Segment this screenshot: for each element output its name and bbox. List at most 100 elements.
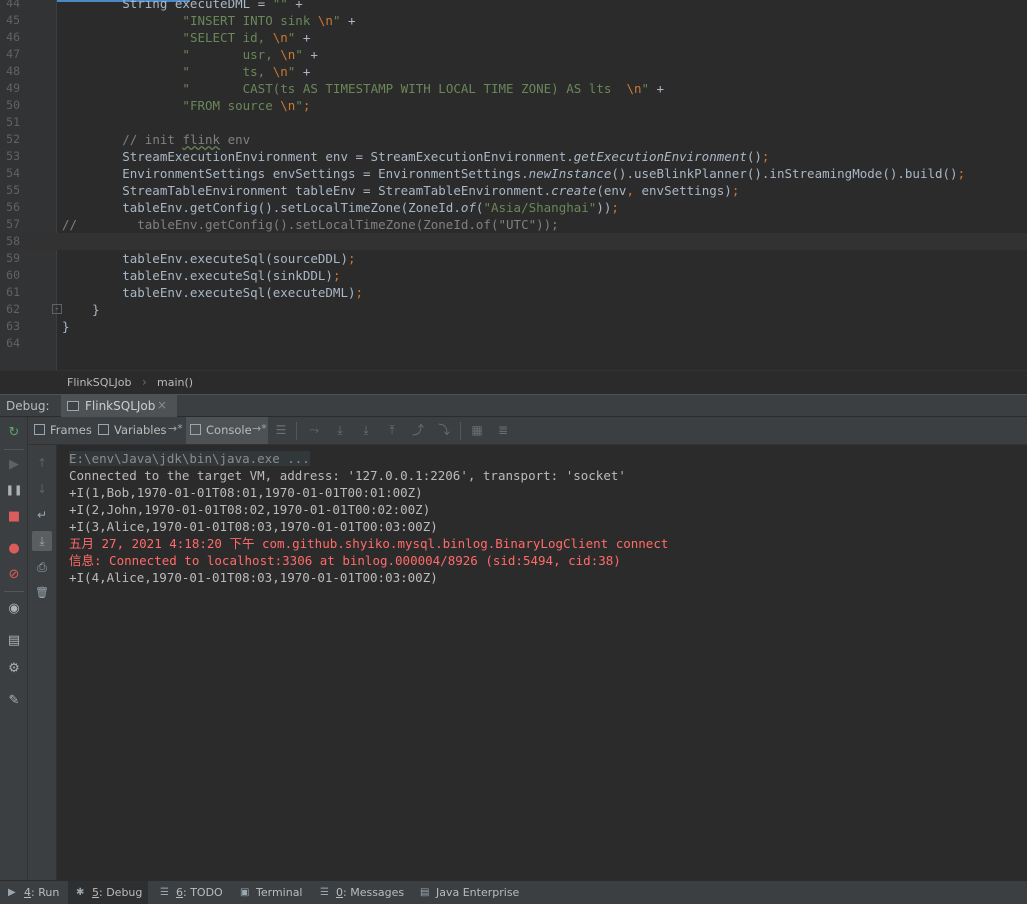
code-text: } [62, 318, 70, 335]
breadcrumb-class[interactable]: FlinkSQLJob [67, 376, 132, 389]
code-line[interactable]: 60 tableEnv.executeSql(sinkDDL); [0, 267, 1027, 284]
down-arrow-icon[interactable]: ↓ [32, 479, 52, 499]
resume-icon[interactable]: ▶ [4, 455, 24, 475]
tab-frames-label: Frames [50, 423, 92, 437]
step-over-icon[interactable]: ⤓ [332, 422, 348, 438]
code-token: tableEnv.executeSql(executeDML) [62, 285, 356, 300]
settings-menu-icon[interactable]: ☰ [273, 422, 289, 438]
toolbar-divider [460, 422, 461, 440]
pin-tab-icon[interactable]: ✎ [4, 691, 24, 711]
code-line[interactable]: 57 // tableEnv.getConfig().setLocalTimeZo… [0, 216, 1027, 233]
code-token: StreamExecutionEnvironment env = StreamE… [62, 149, 574, 164]
code-token: (env [596, 183, 627, 198]
line-number: 50 [6, 98, 20, 112]
up-arrow-icon[interactable]: ↑ [32, 453, 52, 473]
tool-tab-todo[interactable]: ☰ 6: TODO [152, 881, 232, 904]
fold-icon[interactable]: - [52, 304, 62, 314]
code-line[interactable]: 58 [0, 233, 1027, 250]
code-line[interactable]: 53 StreamExecutionEnvironment env = Stre… [0, 148, 1027, 165]
layout-icon[interactable]: ▤ [4, 631, 24, 651]
code-line[interactable]: 63} [0, 318, 1027, 335]
code-token: ; [302, 98, 311, 113]
code-token: "" [272, 0, 288, 11]
tab-variables[interactable]: Variables →* [98, 417, 184, 444]
code-line[interactable]: 54 EnvironmentSettings envSettings = Env… [0, 165, 1027, 182]
tab-console[interactable]: Console →* [186, 417, 268, 444]
soft-wrap-icon[interactable]: ↵ [32, 505, 52, 525]
tool-tab-debug[interactable]: ✱ 5: Debug [68, 881, 148, 904]
settings-icon[interactable]: ⚙ [4, 659, 24, 679]
code-token: of [460, 200, 476, 215]
console-line: +I(1,Bob,1970-01-01T08:01,1970-01-01T00:… [69, 485, 423, 500]
mute-breakpoints-icon[interactable]: ⊘ [4, 565, 24, 585]
breadcrumb-method[interactable]: main() [157, 376, 193, 389]
line-number: 44 [6, 0, 20, 10]
step-into-icon[interactable]: ⤓ [358, 422, 374, 438]
stop-icon[interactable]: ■ [4, 507, 24, 527]
trash-icon[interactable]: 🗑 [32, 583, 52, 603]
show-execution-point-icon[interactable]: ⤳ [306, 422, 322, 438]
code-line[interactable]: 46 "SELECT id, \n" + [0, 29, 1027, 46]
console-output[interactable]: E:\env\Java\jdk\bin\java.exe ... Connecte… [57, 445, 1027, 880]
code-line[interactable]: 52 // init flink env [0, 131, 1027, 148]
application-icon [67, 401, 79, 411]
strip-divider [4, 591, 24, 592]
code-editor[interactable]: 44 String executeDML = "" +45 "INSERT IN… [0, 0, 1027, 370]
tool-tab-debug-label: 5: Debug [92, 886, 143, 899]
tool-tab-java-enterprise[interactable]: ▤ Java Enterprise [412, 881, 528, 904]
console-line: +I(4,Alice,1970-01-01T08:03,1970-01-01T0… [69, 570, 438, 585]
debug-session-tab[interactable]: FlinkSQLJob × [61, 395, 177, 417]
code-line[interactable]: 48 " ts, \n" + [0, 63, 1027, 80]
trace-icon[interactable]: ≣ [495, 422, 511, 438]
pause-icon[interactable]: ❚❚ [4, 481, 24, 501]
code-line[interactable]: 59 tableEnv.executeSql(sourceDDL); [0, 250, 1027, 267]
code-text: StreamTableEnvironment tableEnv = Stream… [62, 182, 739, 199]
print-icon[interactable]: ⎙ [32, 557, 52, 577]
tab-frames[interactable]: Frames [34, 417, 92, 444]
rerun-icon[interactable]: ↻ [4, 423, 24, 443]
tool-tab-run[interactable]: ▶ 4: Run [0, 881, 64, 904]
code-token: newInstance [528, 166, 612, 181]
view-breakpoints-icon[interactable]: ● [4, 539, 24, 559]
code-line[interactable]: 50 "FROM source \n"; [0, 97, 1027, 114]
toolbar-divider [296, 422, 297, 440]
camera-icon[interactable]: ◉ [4, 599, 24, 619]
line-number: 53 [6, 149, 20, 163]
java-enterprise-icon: ▤ [420, 887, 430, 898]
code-token: // init [122, 132, 183, 147]
pin-icon[interactable]: →* [252, 422, 267, 435]
code-text: StreamExecutionEnvironment env = StreamE… [62, 148, 769, 165]
code-line[interactable]: 64 [0, 335, 1027, 352]
code-line[interactable]: 49 " CAST(ts AS TIMESTAMP WITH LOCAL TIM… [0, 80, 1027, 97]
step-out-icon[interactable]: ⤒ [384, 422, 400, 438]
evaluate-expression-icon[interactable]: ▦ [469, 422, 485, 438]
code-line[interactable]: 56 tableEnv.getConfig().setLocalTimeZone… [0, 199, 1027, 216]
code-text: " usr, \n" + [62, 46, 318, 63]
scroll-to-end-icon[interactable]: ⤓ [32, 531, 52, 551]
code-line[interactable]: 51 [0, 114, 1027, 131]
tab-console-label: Console [206, 423, 252, 437]
tool-tab-messages[interactable]: ☰ 0: Messages [312, 881, 410, 904]
console-command-line[interactable]: E:\env\Java\jdk\bin\java.exe ... [69, 450, 310, 467]
tool-tab-terminal[interactable]: ▣ Terminal [232, 881, 312, 904]
line-number: 58 [6, 234, 20, 248]
code-line[interactable]: 45 "INSERT INTO sink \n" + [0, 12, 1027, 29]
line-number: 47 [6, 47, 20, 61]
code-text: tableEnv.executeSql(sourceDDL); [62, 250, 355, 267]
code-line[interactable]: 61 tableEnv.executeSql(executeDML); [0, 284, 1027, 301]
code-token: tableEnv.executeSql(sinkDDL) [62, 268, 333, 283]
code-line[interactable]: 55 StreamTableEnvironment tableEnv = Str… [0, 182, 1027, 199]
code-line[interactable]: 47 " usr, \n" + [0, 46, 1027, 63]
code-line[interactable]: 44 String executeDML = "" + [0, 0, 1027, 12]
close-icon[interactable]: × [157, 398, 167, 412]
console-line: Connected to the target VM, address: '12… [69, 468, 626, 483]
code-token: + [649, 81, 665, 96]
line-number: 52 [6, 132, 20, 146]
pin-icon[interactable]: →* [168, 422, 183, 435]
run-to-cursor-icon[interactable]: ⤵ [436, 422, 452, 438]
code-line[interactable]: 62 } - [0, 301, 1027, 318]
code-text: // tableEnv.getConfig().setLocalTimeZone… [62, 216, 559, 233]
drop-frame-icon[interactable]: ⤴ [410, 422, 426, 438]
